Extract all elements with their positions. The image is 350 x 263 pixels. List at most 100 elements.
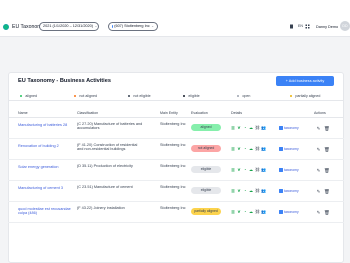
chart-icon[interactable]: ▥ xyxy=(231,146,235,151)
main-entity-cell: Stoltenberg Inc xyxy=(160,206,186,210)
avatar[interactable]: DD xyxy=(340,21,350,31)
column-header-evaluation[interactable]: Evaluation xyxy=(191,111,208,115)
cloud-icon[interactable]: ☁ xyxy=(249,125,253,130)
taxonomy-link[interactable]: taxonomy xyxy=(279,210,299,214)
table-row[interactable]: Manufacturing of cement 3 (C 23.51) Manuf… xyxy=(8,181,344,202)
legend-dot xyxy=(237,94,240,98)
column-header-details: Details xyxy=(231,111,242,115)
evaluation-badge[interactable]: aligned xyxy=(191,124,221,131)
people-icon[interactable]: 👥 xyxy=(261,167,266,172)
taxonomy-link[interactable]: taxonomy xyxy=(279,168,299,172)
cloud-icon[interactable]: ☁ xyxy=(249,167,253,172)
link-icon[interactable]: ⛓ xyxy=(255,146,260,151)
legend-dot xyxy=(183,94,186,98)
evaluation-badge[interactable]: eligible xyxy=(191,166,221,173)
date-range-selector[interactable]: 2021 (1/1/2020 – 12/31/2020) ⌄ xyxy=(39,22,99,31)
legend-item-not-aligned: not aligned xyxy=(74,93,97,99)
legend-divider xyxy=(8,100,344,101)
evaluation-badge[interactable]: eligible xyxy=(191,187,221,194)
document-icon xyxy=(279,147,283,151)
cloud-icon[interactable]: ☁ xyxy=(249,209,253,214)
activity-name-link[interactable]: Manufacturing of batteries 28 xyxy=(18,123,78,127)
taxonomy-link[interactable]: taxonomy xyxy=(279,189,299,193)
edit-icon[interactable]: ✎ xyxy=(316,147,321,152)
language-selector[interactable]: EN xyxy=(298,24,303,28)
link-icon[interactable]: ⛓ xyxy=(255,125,260,130)
leaf-icon[interactable]: ❦ xyxy=(237,209,241,214)
activity-name-link[interactable]: Manufacturing of cement 3 xyxy=(18,186,78,190)
people-icon[interactable]: 👥 xyxy=(261,125,266,130)
main-entity-cell: Stoltenberg Inc xyxy=(160,185,186,189)
chart-icon[interactable]: ▥ xyxy=(231,188,235,193)
top-bar: EU Taxonomy 2021 (1/1/2020 – 12/31/2020)… xyxy=(0,0,350,31)
legend-label: aligned xyxy=(25,94,37,98)
taxonomy-link[interactable]: taxonomy xyxy=(279,126,299,130)
leaf-icon[interactable]: ❦ xyxy=(237,188,241,193)
delete-icon[interactable]: 🗑 xyxy=(324,210,330,215)
pie-icon[interactable]: ◔ xyxy=(243,167,247,172)
legend-item-not-eligible: not eligible xyxy=(128,93,151,99)
user-name[interactable]: Danny Demo xyxy=(316,25,338,29)
chart-icon[interactable]: ▥ xyxy=(231,125,235,130)
legend-label: not aligned xyxy=(79,94,97,98)
column-header-classification[interactable]: Classification xyxy=(77,111,98,115)
activity-name-link[interactable]: quod molestiae est recusandae culpa (486… xyxy=(18,207,78,216)
people-icon[interactable]: 👥 xyxy=(261,209,266,214)
delete-icon[interactable]: 🗑 xyxy=(324,126,330,131)
company-icon xyxy=(112,25,113,28)
grid-icon[interactable] xyxy=(305,24,310,29)
app-brand[interactable]: EU Taxonomy xyxy=(3,22,44,32)
delete-icon[interactable]: 🗑 xyxy=(324,147,330,152)
column-header-actions: Actions xyxy=(314,111,326,115)
document-icon xyxy=(279,210,283,214)
people-icon[interactable]: 👥 xyxy=(261,146,266,151)
date-range-label: 2021 (1/1/2020 – 12/31/2020) xyxy=(43,23,94,28)
activity-name-link[interactable]: Renovation of building 2 xyxy=(18,144,78,148)
leaf-icon[interactable]: ❦ xyxy=(237,146,241,151)
taxonomy-link[interactable]: taxonomy xyxy=(279,147,299,151)
pie-icon[interactable]: ◔ xyxy=(243,146,247,151)
link-icon[interactable]: ⛓ xyxy=(255,188,260,193)
table-row[interactable]: Renovation of building 2 (F 41.20) Constr… xyxy=(8,139,344,160)
pie-icon[interactable]: ◔ xyxy=(243,209,247,214)
chart-icon[interactable]: ▥ xyxy=(231,167,235,172)
pie-icon[interactable]: ◔ xyxy=(243,125,247,130)
taxonomy-link-label: taxonomy xyxy=(284,168,299,172)
edit-icon[interactable]: ✎ xyxy=(316,168,321,173)
edit-icon[interactable]: ✎ xyxy=(316,126,321,131)
link-icon[interactable]: ⛓ xyxy=(255,209,260,214)
evaluation-badge[interactable]: partially aligned xyxy=(191,208,221,215)
delete-icon[interactable]: 🗑 xyxy=(324,189,330,194)
activity-name-link[interactable]: Solar energy generation xyxy=(18,165,78,169)
people-icon[interactable]: 👥 xyxy=(261,188,266,193)
leaf-icon[interactable]: ❦ xyxy=(237,167,241,172)
chevron-down-icon: ⌄ xyxy=(151,23,154,28)
legend-item-aligned: aligned xyxy=(20,93,37,99)
page-title: EU Taxonomy - Business Activities xyxy=(18,78,111,84)
edit-icon[interactable]: ✎ xyxy=(316,210,321,215)
legend-item-eligible: eligible xyxy=(183,93,200,99)
edit-icon[interactable]: ✎ xyxy=(316,189,321,194)
column-header-name[interactable]: Name xyxy=(18,111,28,115)
main-entity-cell: Stoltenberg Inc xyxy=(160,122,186,126)
classification-cell: (F 43.22) Joinery installation xyxy=(77,206,125,210)
cloud-icon[interactable]: ☁ xyxy=(249,146,253,151)
legend-label: partially aligned xyxy=(295,94,321,98)
details-icons: ▥ ❦ ◔ ☁ ⛓ 👥 xyxy=(231,188,266,193)
evaluation-badge[interactable]: not aligned xyxy=(191,145,221,152)
company-selector[interactable]: (607) Stoltenberg Inc ⌄ xyxy=(108,22,158,31)
classification-cell: (D 35.11) Production of electricity xyxy=(77,164,133,168)
table-row[interactable]: quod molestiae est recusandae culpa (486… xyxy=(8,202,344,223)
legend-dot xyxy=(74,94,77,98)
link-icon[interactable]: ⛓ xyxy=(255,167,260,172)
delete-icon[interactable]: 🗑 xyxy=(324,168,330,173)
document-icon[interactable] xyxy=(289,24,294,29)
table-row[interactable]: Manufacturing of batteries 28 (C 27.20) M… xyxy=(8,118,344,139)
table-row[interactable]: Solar energy generation (D 35.11) Product… xyxy=(8,160,344,181)
column-header-main-entity[interactable]: Main Entity xyxy=(160,111,178,115)
cloud-icon[interactable]: ☁ xyxy=(249,188,253,193)
add-business-activity-button[interactable]: + Add business activity xyxy=(276,76,334,86)
leaf-icon[interactable]: ❦ xyxy=(237,125,241,130)
chart-icon[interactable]: ▥ xyxy=(231,209,235,214)
pie-icon[interactable]: ◔ xyxy=(243,188,247,193)
